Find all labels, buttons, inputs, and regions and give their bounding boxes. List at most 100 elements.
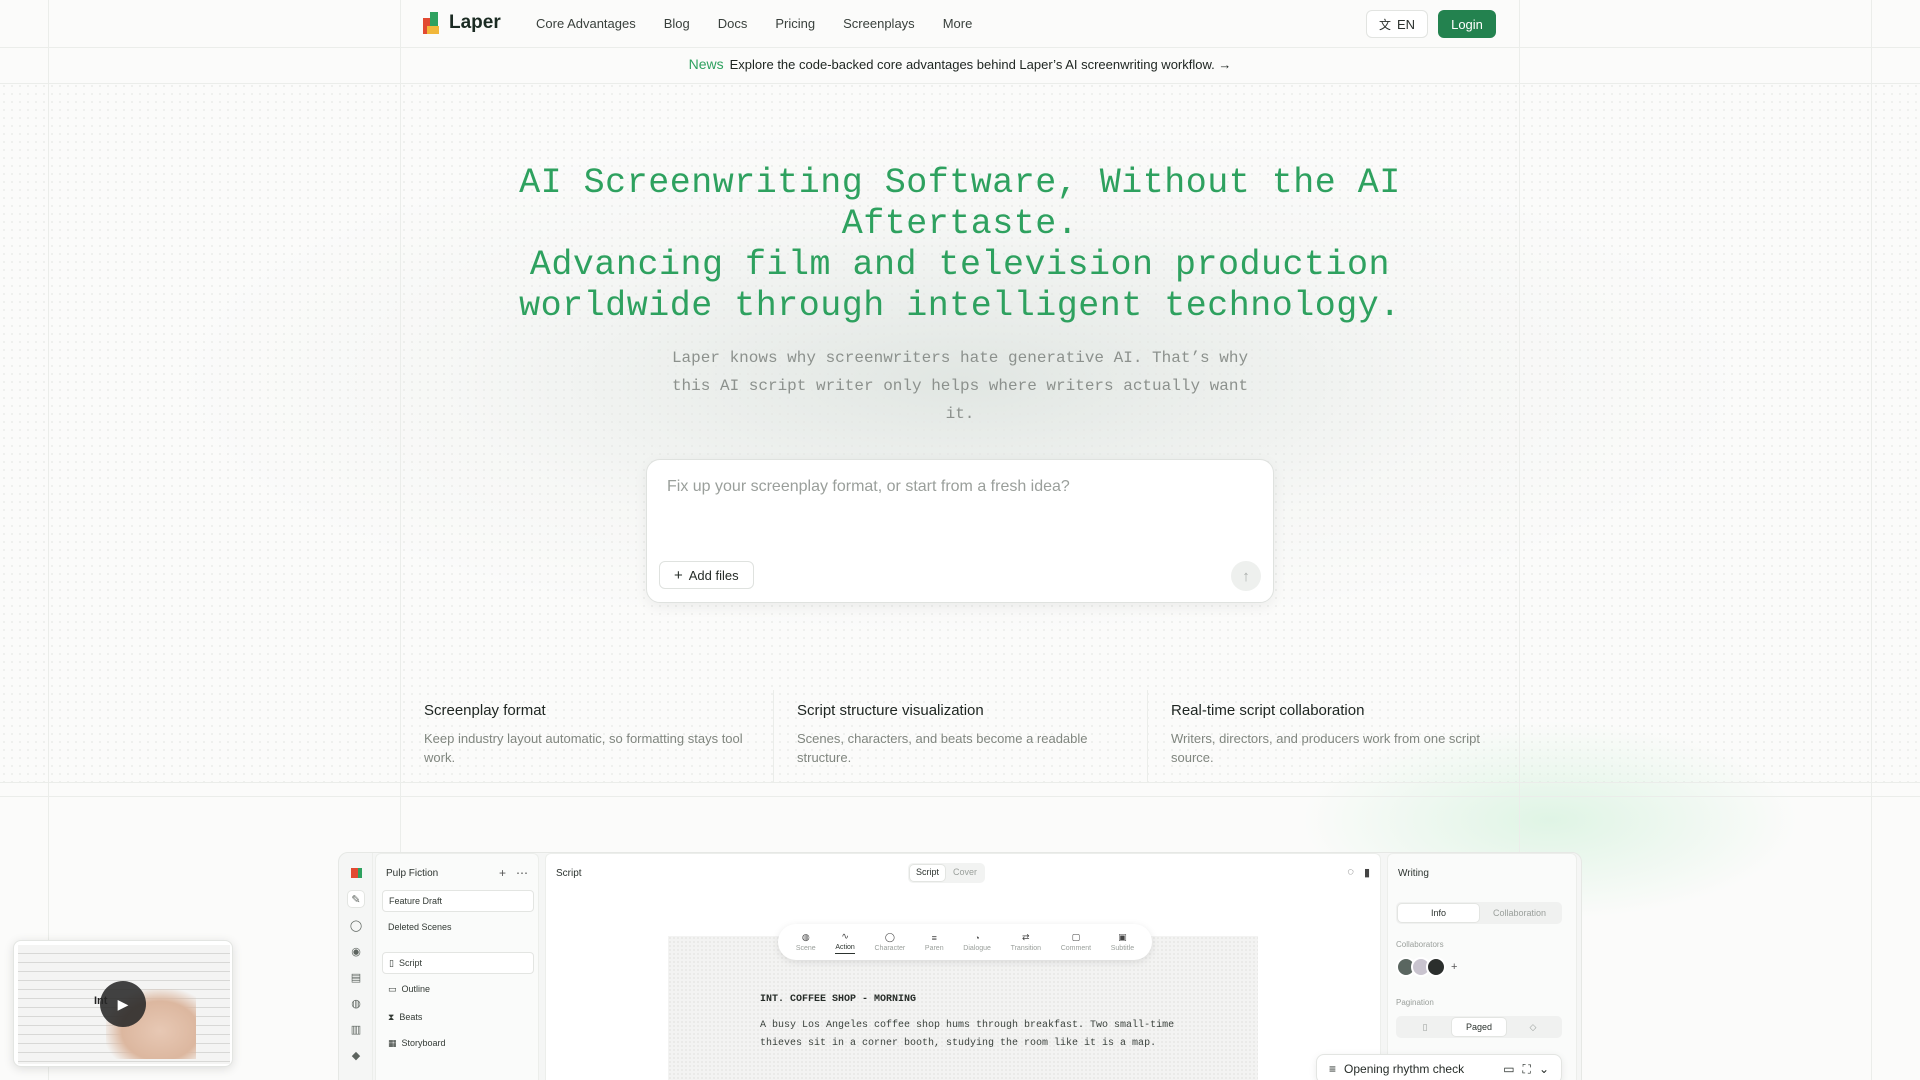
pen-icon[interactable]: ✎ (348, 891, 364, 907)
writing-panel: Writing Info Collaboration Collaborators… (1387, 853, 1577, 1080)
tool-transition[interactable]: ⇄ Transition (1011, 932, 1041, 952)
prompt-input[interactable]: Fix up your screenplay format, or start … (667, 478, 1070, 496)
tool-label: Dialogue (963, 944, 991, 952)
language-button[interactable]: 文 EN (1366, 10, 1428, 38)
comment-icon[interactable]: ◌ (1347, 866, 1354, 879)
location-icon[interactable]: ◉ (348, 943, 364, 959)
pagination-label: Pagination (1396, 998, 1434, 1007)
element-toolbar: ◍ Scene ∿ Action ◯ Character ≡ Paren ◔ Dialog… (778, 924, 1152, 960)
page-icon[interactable]: ▯ (1398, 1018, 1452, 1036)
user-icon[interactable]: ◯ (348, 917, 364, 933)
play-icon: ▶ (117, 995, 129, 1012)
chat-icon[interactable]: ▭ (1503, 1062, 1514, 1076)
nav-link-core-advantages[interactable]: Core Advantages (536, 16, 636, 31)
nav-item-label: Beats (399, 1012, 423, 1022)
add-collaborator-icon[interactable]: + (1451, 961, 1457, 973)
info-tabs: Info Collaboration (1396, 902, 1562, 924)
storyboard-icon: ▦ (388, 1037, 397, 1048)
nav-link-screenplays[interactable]: Screenplays (843, 16, 915, 31)
send-button[interactable]: ↑ (1231, 561, 1261, 591)
logo[interactable]: Laper (423, 12, 501, 34)
continuous-icon[interactable]: ◇ (1506, 1018, 1560, 1036)
pagination-toggle: ▯ Paged ◇ (1396, 1016, 1562, 1038)
nav-link-docs[interactable]: Docs (718, 16, 748, 31)
file-icon: ▯ (389, 957, 394, 968)
tool-comment[interactable]: ▢ Comment (1061, 932, 1091, 952)
feature-divider (773, 690, 774, 782)
avatar[interactable] (1426, 957, 1446, 977)
nav-link-blog[interactable]: Blog (664, 16, 690, 31)
grid-line (0, 796, 1920, 797)
grid-line (0, 83, 1920, 84)
transition-icon: ⇄ (1022, 932, 1030, 942)
tool-subtitle[interactable]: ▣ Subtitle (1111, 932, 1134, 952)
translate-icon: 文 (1378, 17, 1391, 32)
stats-icon[interactable]: ▮ (1364, 866, 1370, 879)
tool-action[interactable]: ∿ Action (835, 930, 855, 954)
more-icon[interactable]: ⋯ (516, 866, 528, 880)
cap-icon[interactable]: ◆ (348, 1047, 364, 1063)
expand-icon[interactable]: ⛶ (1523, 1062, 1531, 1077)
feature-structure-visualization: Script structure visualization Scenes, c… (797, 702, 1127, 767)
feature-title: Script structure visualization (797, 702, 984, 719)
panel-title: Writing (1398, 868, 1429, 879)
outline-icon: ▭ (388, 983, 397, 994)
tab-cover[interactable]: Cover (947, 865, 983, 881)
play-button[interactable]: ▶ (100, 981, 146, 1027)
archive-icon[interactable]: ▤ (348, 969, 364, 985)
app-preview: ✎ ◯ ◉ ▤ ◍ ▥ ◆ Pulp Fiction + ⋯ Feature D… (338, 852, 1582, 1080)
tool-scene[interactable]: ◍ Scene (796, 932, 816, 952)
add-files-label: Add files (688, 567, 739, 583)
book-icon[interactable]: ▥ (348, 1021, 364, 1037)
nav-link-more[interactable]: More (943, 16, 973, 31)
app-logo-icon (348, 865, 364, 881)
feature-desc: Writers, directors, and producers work f… (1171, 731, 1480, 765)
nav-item-storyboard[interactable]: ▦ Storyboard (382, 1032, 534, 1054)
editor-title: Script (556, 868, 582, 879)
feature-screenplay-format: Screenplay format Keep industry layout a… (424, 702, 754, 767)
video-thumbnail[interactable]: Int ▶ (13, 940, 233, 1067)
add-files-button[interactable]: + Add files (659, 561, 754, 589)
grid-line (48, 0, 49, 1080)
chevron-down-icon[interactable]: ⌄ (1539, 1062, 1549, 1076)
logo-text: Laper (449, 12, 501, 33)
scene-icon: ◍ (801, 932, 810, 942)
grid-line (0, 782, 1920, 783)
plus-icon[interactable]: + (499, 866, 506, 880)
feature-divider (1147, 690, 1148, 782)
tab-script[interactable]: Script (910, 865, 946, 881)
arrow-up-icon: ↑ (1242, 567, 1250, 585)
menu-icon: ≡ (1329, 1062, 1337, 1076)
feature-title: Real-time script collaboration (1171, 702, 1365, 719)
tool-label: Transition (1010, 945, 1042, 952)
tool-character[interactable]: ◯ Character (875, 932, 906, 952)
nav-item-beats[interactable]: ⧗ Beats (382, 1006, 534, 1028)
nav-item-outline[interactable]: ▭ Outline (382, 978, 534, 1000)
script-editor: Script Script Cover ◌ ▮ ◍ Scene ∿ Action ◯… (545, 853, 1381, 1080)
rhythm-check-bar[interactable]: ≡ Opening rhythm check ▭ ⛶ ⌄ (1316, 1054, 1562, 1080)
deleted-scenes-item[interactable]: Deleted Scenes (382, 916, 534, 938)
feature-title: Screenplay format (424, 702, 546, 719)
news-banner[interactable]: News Explore the code-backed core advanta… (0, 56, 1920, 72)
paged-option[interactable]: Paged (1452, 1018, 1506, 1036)
nav-link-pricing[interactable]: Pricing (775, 16, 815, 31)
comment-icon: ▢ (1071, 932, 1081, 942)
prompt-box[interactable]: Fix up your screenplay format, or start … (646, 459, 1274, 603)
nav-item-script[interactable]: ▯ Script (382, 952, 534, 974)
draft-item[interactable]: Feature Draft (382, 890, 534, 912)
page-title: AI Screenwriting Software, Without the A… (460, 163, 1460, 327)
tool-dialogue[interactable]: ◔ Dialogue (963, 933, 991, 952)
tab-info[interactable]: Info (1398, 904, 1479, 922)
feature-desc: Scenes, characters, and beats become a r… (797, 731, 1088, 765)
globe-icon[interactable]: ◍ (348, 995, 364, 1011)
tool-paren[interactable]: ≡ Paren (925, 933, 944, 952)
news-tag: News (688, 56, 724, 72)
icon-rail: ✎ ◯ ◉ ▤ ◍ ▥ ◆ (339, 853, 373, 1080)
login-button[interactable]: Login (1438, 10, 1496, 38)
action-icon: ∿ (841, 930, 849, 941)
tab-collaboration[interactable]: Collaboration (1479, 904, 1560, 922)
script-content[interactable]: INT. COFFEE SHOP - MORNING A busy Los An… (760, 994, 1180, 1053)
scene-heading: INT. COFFEE SHOP - MORNING (760, 994, 917, 1005)
character-icon: ◯ (884, 932, 895, 942)
tool-label: Scene (795, 945, 816, 952)
